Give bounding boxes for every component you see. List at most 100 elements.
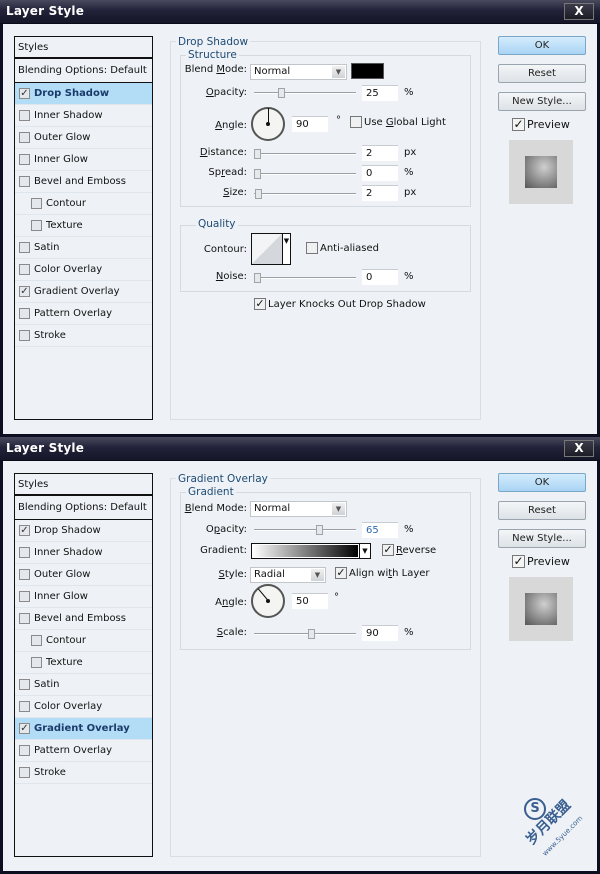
- knockout-checkbox[interactable]: ✓ Layer Knocks Out Drop Shadow: [254, 298, 426, 310]
- checkbox-icon[interactable]: [19, 264, 30, 275]
- style-item-bevel-and-emboss[interactable]: Bevel and Emboss: [15, 171, 152, 193]
- angle-dial[interactable]: [251, 107, 285, 141]
- style-item-contour[interactable]: Contour: [15, 193, 152, 215]
- style-item-inner-shadow[interactable]: Inner Shadow: [15, 542, 152, 564]
- close-button[interactable]: X: [564, 440, 594, 457]
- blend-mode-select[interactable]: Normal ▼: [250, 501, 347, 517]
- angle-input[interactable]: 90: [292, 116, 328, 132]
- angle-input[interactable]: 50: [292, 593, 328, 609]
- checkbox-icon[interactable]: [31, 657, 42, 668]
- styles-header[interactable]: Styles: [15, 37, 152, 59]
- size-slider-thumb[interactable]: [254, 189, 262, 199]
- style-item-texture[interactable]: Texture: [15, 215, 152, 237]
- style-item-inner-glow[interactable]: Inner Glow: [15, 149, 152, 171]
- opacity-input[interactable]: 25: [362, 85, 398, 101]
- gradient-preview[interactable]: [253, 545, 358, 557]
- style-item-gradient-overlay[interactable]: ✓ Gradient Overlay: [15, 718, 152, 740]
- blending-options-item[interactable]: Blending Options: Default: [15, 59, 152, 83]
- style-select[interactable]: Radial ▼: [250, 567, 326, 583]
- checkbox-icon[interactable]: [19, 547, 30, 558]
- blending-options-item[interactable]: Blending Options: Default: [15, 496, 152, 520]
- spread-input[interactable]: 0: [362, 165, 398, 181]
- style-item-satin[interactable]: Satin: [15, 674, 152, 696]
- checkbox-icon[interactable]: [19, 569, 30, 580]
- shadow-color-swatch[interactable]: [351, 63, 384, 79]
- checkbox-icon[interactable]: [19, 745, 30, 756]
- preview-checkbox[interactable]: ✓ Preview: [512, 555, 570, 568]
- distance-slider-thumb[interactable]: [254, 149, 261, 159]
- size-input[interactable]: 2: [362, 185, 398, 201]
- checkbox-icon[interactable]: [19, 242, 30, 253]
- use-global-light-checkbox[interactable]: Use Global Light: [350, 116, 446, 128]
- checkbox-icon[interactable]: [19, 591, 30, 602]
- checkbox-icon[interactable]: [19, 176, 30, 187]
- reset-button[interactable]: Reset: [498, 501, 586, 520]
- style-item-outer-glow[interactable]: Outer Glow: [15, 564, 152, 586]
- checkbox-icon[interactable]: [31, 198, 42, 209]
- checkbox-icon[interactable]: ✓: [19, 88, 30, 99]
- style-item-gradient-overlay[interactable]: ✓ Gradient Overlay: [15, 281, 152, 303]
- checkbox-icon[interactable]: [19, 330, 30, 341]
- size-slider[interactable]: [254, 189, 356, 199]
- style-item-satin[interactable]: Satin: [15, 237, 152, 259]
- scale-slider-thumb[interactable]: [308, 629, 316, 639]
- checkbox-icon[interactable]: [19, 132, 30, 143]
- checkbox-icon[interactable]: ✓: [19, 525, 30, 536]
- style-item-inner-shadow[interactable]: Inner Shadow: [15, 105, 152, 127]
- checkbox-icon[interactable]: [19, 613, 30, 624]
- checkbox-icon[interactable]: ✓: [19, 723, 30, 734]
- preview-checkbox[interactable]: ✓ Preview: [512, 118, 570, 131]
- style-item-stroke[interactable]: Stroke: [15, 762, 152, 784]
- distance-input[interactable]: 2: [362, 145, 398, 161]
- style-item-outer-glow[interactable]: Outer Glow: [15, 127, 152, 149]
- checkbox-icon[interactable]: [31, 220, 42, 231]
- blend-mode-select[interactable]: Normal ▼: [250, 64, 347, 80]
- style-item-color-overlay[interactable]: Color Overlay: [15, 259, 152, 281]
- style-item-stroke[interactable]: Stroke: [15, 325, 152, 347]
- reset-button[interactable]: Reset: [498, 64, 586, 83]
- style-item-bevel-and-emboss[interactable]: Bevel and Emboss: [15, 608, 152, 630]
- spread-slider[interactable]: [254, 169, 356, 179]
- noise-input[interactable]: 0: [362, 269, 398, 285]
- style-item-drop-shadow[interactable]: ✓ Drop Shadow: [15, 520, 152, 542]
- checkbox-icon[interactable]: [19, 701, 30, 712]
- spread-slider-thumb[interactable]: [254, 169, 261, 179]
- chevron-down-icon[interactable]: ▼: [359, 544, 370, 558]
- style-item-texture[interactable]: Texture: [15, 652, 152, 674]
- contour-picker[interactable]: ▼: [251, 233, 291, 265]
- ok-button[interactable]: OK: [498, 36, 586, 55]
- checkbox-icon[interactable]: [19, 767, 30, 778]
- angle-dial[interactable]: [251, 584, 285, 618]
- style-item-drop-shadow[interactable]: ✓ Drop Shadow: [15, 83, 152, 105]
- ok-button[interactable]: OK: [498, 473, 586, 492]
- chevron-down-icon[interactable]: ▼: [282, 234, 290, 264]
- scale-input[interactable]: 90: [362, 625, 398, 641]
- new-style-button[interactable]: New Style...: [498, 529, 586, 548]
- style-item-color-overlay[interactable]: Color Overlay: [15, 696, 152, 718]
- gradient-picker[interactable]: ▼: [251, 543, 371, 559]
- style-item-inner-glow[interactable]: Inner Glow: [15, 586, 152, 608]
- checkbox-icon[interactable]: [19, 308, 30, 319]
- opacity-input[interactable]: 65: [362, 522, 398, 538]
- checkbox-icon[interactable]: [19, 679, 30, 690]
- opacity-slider[interactable]: [254, 525, 356, 535]
- close-button[interactable]: X: [564, 3, 594, 20]
- anti-aliased-checkbox[interactable]: Anti-aliased: [306, 242, 379, 254]
- opacity-slider-thumb[interactable]: [315, 525, 323, 535]
- style-item-pattern-overlay[interactable]: Pattern Overlay: [15, 303, 152, 325]
- distance-slider[interactable]: [254, 149, 356, 159]
- noise-slider-thumb[interactable]: [254, 273, 261, 283]
- new-style-button[interactable]: New Style...: [498, 92, 586, 111]
- checkbox-icon[interactable]: ✓: [19, 286, 30, 297]
- style-item-pattern-overlay[interactable]: Pattern Overlay: [15, 740, 152, 762]
- checkbox-icon[interactable]: [19, 154, 30, 165]
- noise-slider[interactable]: [254, 273, 356, 283]
- scale-slider[interactable]: [254, 629, 356, 639]
- checkbox-icon[interactable]: [31, 635, 42, 646]
- align-with-layer-checkbox[interactable]: ✓ Align with Layer: [335, 567, 430, 579]
- opacity-slider[interactable]: [254, 88, 356, 98]
- checkbox-icon[interactable]: [19, 110, 30, 121]
- opacity-slider-thumb[interactable]: [277, 88, 285, 98]
- reverse-checkbox[interactable]: ✓ Reverse: [382, 544, 436, 556]
- styles-header[interactable]: Styles: [15, 474, 152, 496]
